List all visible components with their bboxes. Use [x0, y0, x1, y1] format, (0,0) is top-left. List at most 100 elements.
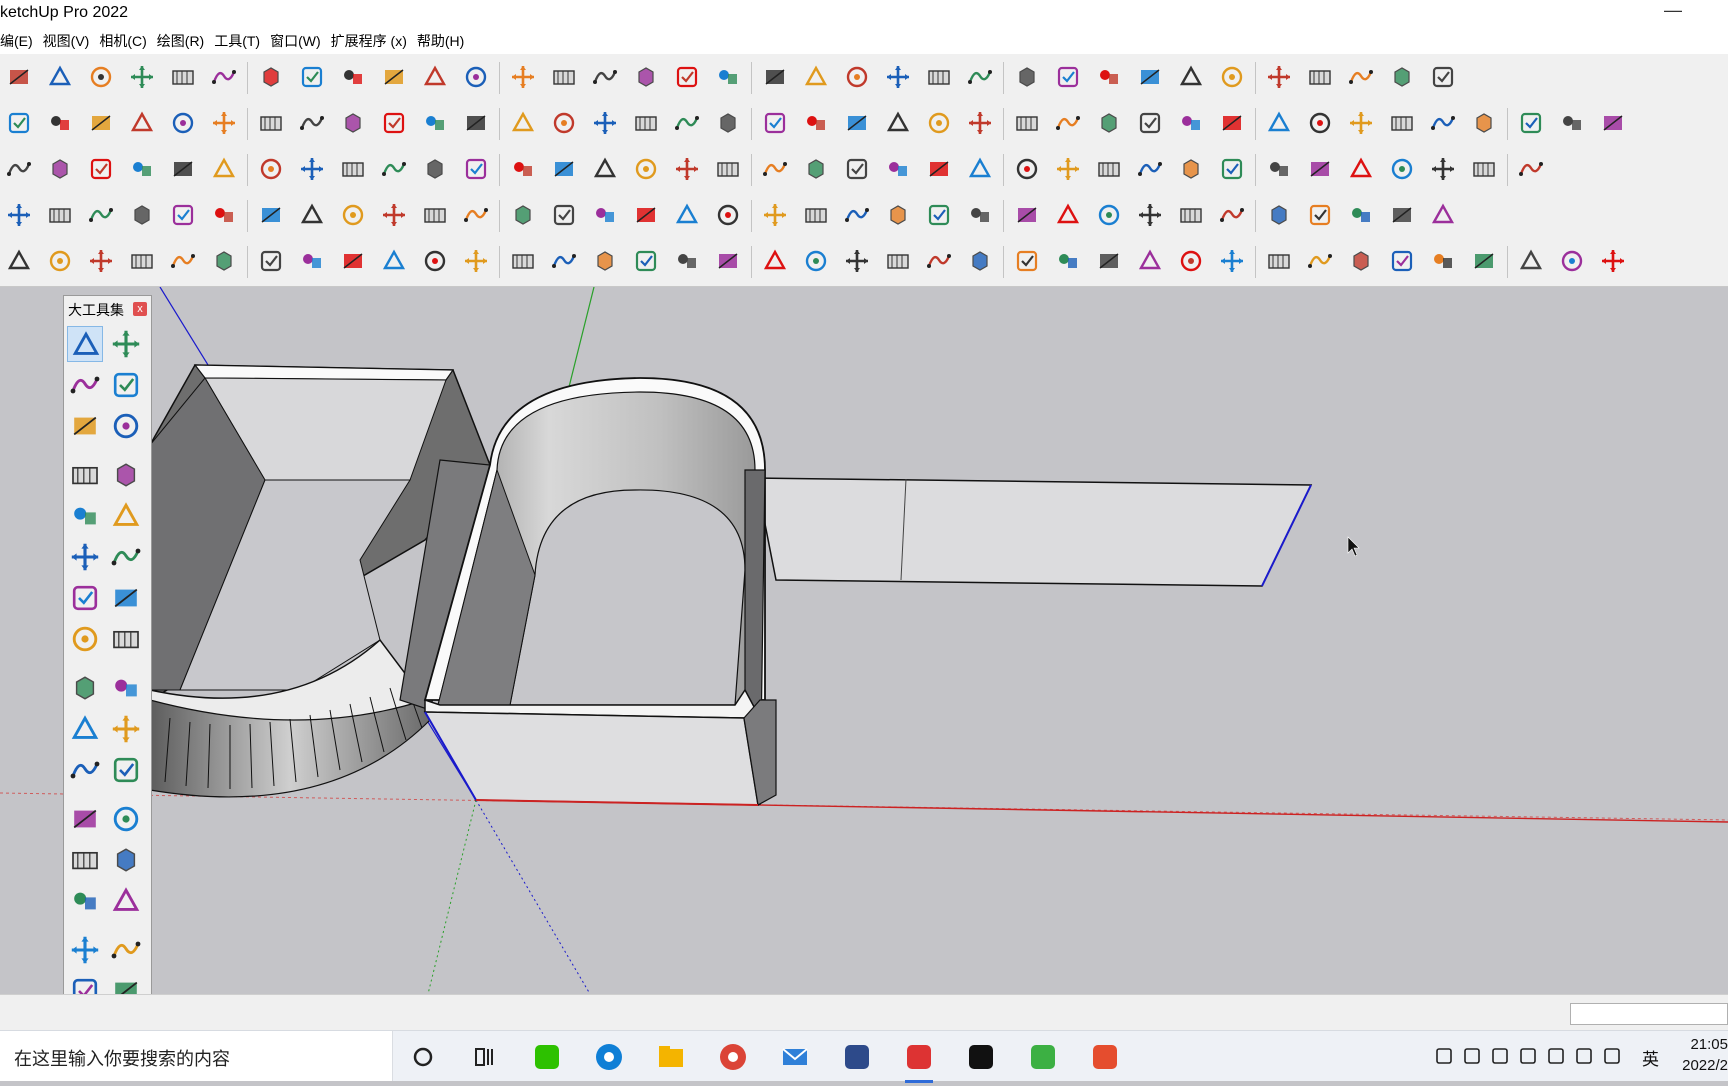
right-view-button[interactable]	[1135, 62, 1165, 92]
dome-button[interactable]	[1012, 246, 1042, 276]
tree-3-button[interactable]	[1598, 108, 1628, 138]
blue-3-button[interactable]	[1217, 154, 1247, 184]
menu-view[interactable]: 视图(V)	[39, 31, 96, 51]
rectangle-button[interactable]	[168, 62, 198, 92]
cone-button[interactable]	[883, 246, 913, 276]
line-tool-button[interactable]	[67, 457, 103, 493]
cloud-3-button[interactable]	[1346, 154, 1376, 184]
battery-tray-button[interactable]	[1544, 1031, 1568, 1081]
section-plane-button[interactable]	[1305, 62, 1335, 92]
store-button[interactable]	[1428, 200, 1458, 230]
palette-close-button[interactable]: x	[133, 302, 147, 316]
curve-3-button[interactable]	[590, 108, 620, 138]
tree-2-button[interactable]	[1557, 108, 1587, 138]
spot-button[interactable]	[801, 246, 831, 276]
drawing-viewport[interactable]	[0, 287, 1728, 994]
front-face[interactable]	[423, 711, 759, 806]
tool-15-button[interactable]	[801, 200, 831, 230]
wave-button[interactable]	[1428, 108, 1458, 138]
volume-tray-button[interactable]	[1600, 1031, 1624, 1081]
cloud-1-button[interactable]	[1264, 154, 1294, 184]
circle-tool-button[interactable]	[67, 539, 103, 575]
component-tool-button[interactable]	[67, 408, 103, 444]
pin-1-button[interactable]	[1217, 108, 1247, 138]
frame-4-button[interactable]	[801, 154, 831, 184]
cat-taskbar-button[interactable]	[839, 1039, 875, 1075]
protractor-tool-button[interactable]	[67, 842, 103, 878]
tool-9-button[interactable]	[549, 200, 579, 230]
gear-s-button[interactable]	[1346, 200, 1376, 230]
lamp-2-button[interactable]	[924, 246, 954, 276]
orbit-tool-button[interactable]	[108, 326, 144, 362]
line-2-button[interactable]	[760, 154, 790, 184]
push-pull-button[interactable]	[209, 62, 239, 92]
rectangle-tool-button[interactable]	[67, 498, 103, 534]
line-button[interactable]	[86, 62, 116, 92]
pin-button[interactable]	[549, 154, 579, 184]
tool-12-button[interactable]	[672, 200, 702, 230]
pencil-s-button[interactable]	[1264, 246, 1294, 276]
cortana-taskbar-button[interactable]	[405, 1039, 441, 1075]
cube-button[interactable]	[1516, 154, 1546, 184]
eye-button[interactable]	[1428, 246, 1458, 276]
page-button[interactable]	[1346, 246, 1376, 276]
film-button[interactable]	[1053, 154, 1083, 184]
camtasia-2-taskbar-button[interactable]	[1087, 1039, 1123, 1075]
loop-button[interactable]	[1469, 154, 1499, 184]
pin-2-button[interactable]	[1264, 108, 1294, 138]
menu-help[interactable]: 帮助(H)	[413, 31, 470, 51]
grass-button[interactable]	[1217, 246, 1247, 276]
grid-tile-button[interactable]	[1053, 200, 1083, 230]
table-button[interactable]	[1094, 246, 1124, 276]
stack-button[interactable]	[1012, 108, 1042, 138]
tape-measure-button[interactable]	[420, 62, 450, 92]
close-circle-button[interactable]	[965, 154, 995, 184]
window-button[interactable]	[1469, 108, 1499, 138]
frame-1-button[interactable]	[209, 154, 239, 184]
screen-tray-button[interactable]	[1488, 1031, 1512, 1081]
orbit-button[interactable]	[549, 62, 579, 92]
slash-2-button[interactable]	[842, 108, 872, 138]
follow-me-tool-button[interactable]	[108, 711, 144, 747]
blue-1-button[interactable]	[1135, 154, 1165, 184]
expand-button[interactable]	[1387, 154, 1417, 184]
pencil-line-button[interactable]	[168, 154, 198, 184]
dimension-tool-button[interactable]	[108, 801, 144, 837]
move-button[interactable]	[297, 62, 327, 92]
arc-button[interactable]	[127, 62, 157, 92]
pan-tool-button[interactable]	[108, 932, 144, 968]
paint-bucket-button[interactable]	[508, 62, 538, 92]
stair-2-button[interactable]	[1387, 200, 1417, 230]
prev-button[interactable]	[461, 154, 491, 184]
tool-13-button[interactable]	[713, 200, 743, 230]
3d-text-tool-button[interactable]	[108, 883, 144, 919]
frame-b-button[interactable]	[590, 246, 620, 276]
task-view-taskbar-button[interactable]	[467, 1039, 503, 1075]
sketchup-taskbar-button[interactable]	[901, 1039, 937, 1083]
menu-tools[interactable]: 工具(T)	[210, 31, 266, 51]
tool-6-button[interactable]	[420, 200, 450, 230]
extensions-button[interactable]	[760, 62, 790, 92]
model-canvas[interactable]	[0, 287, 1728, 994]
geo-button[interactable]	[1264, 200, 1294, 230]
drop-1-button[interactable]	[1135, 108, 1165, 138]
block-4-button[interactable]	[1598, 246, 1628, 276]
edge-taskbar-button[interactable]	[591, 1039, 627, 1075]
tool-5-button[interactable]	[379, 200, 409, 230]
help-button[interactable]	[127, 154, 157, 184]
three-point-arc-tool-button[interactable]	[108, 621, 144, 657]
flag-button[interactable]	[338, 154, 368, 184]
plank-3-button[interactable]	[86, 200, 116, 230]
tool-4-button[interactable]	[338, 200, 368, 230]
teapot-2-button[interactable]	[379, 246, 409, 276]
box-button[interactable]	[760, 108, 790, 138]
import-button[interactable]	[965, 108, 995, 138]
two-point-arc-tool-button[interactable]	[67, 621, 103, 657]
box-open-1-button[interactable]	[1135, 246, 1165, 276]
tool-11-button[interactable]	[631, 200, 661, 230]
tree-1-button[interactable]	[1516, 108, 1546, 138]
menu-extensions[interactable]: 扩展程序 (x)	[327, 31, 413, 51]
tool-2-button[interactable]	[256, 200, 286, 230]
frame-a-button[interactable]	[549, 246, 579, 276]
timer-button[interactable]	[1012, 154, 1042, 184]
